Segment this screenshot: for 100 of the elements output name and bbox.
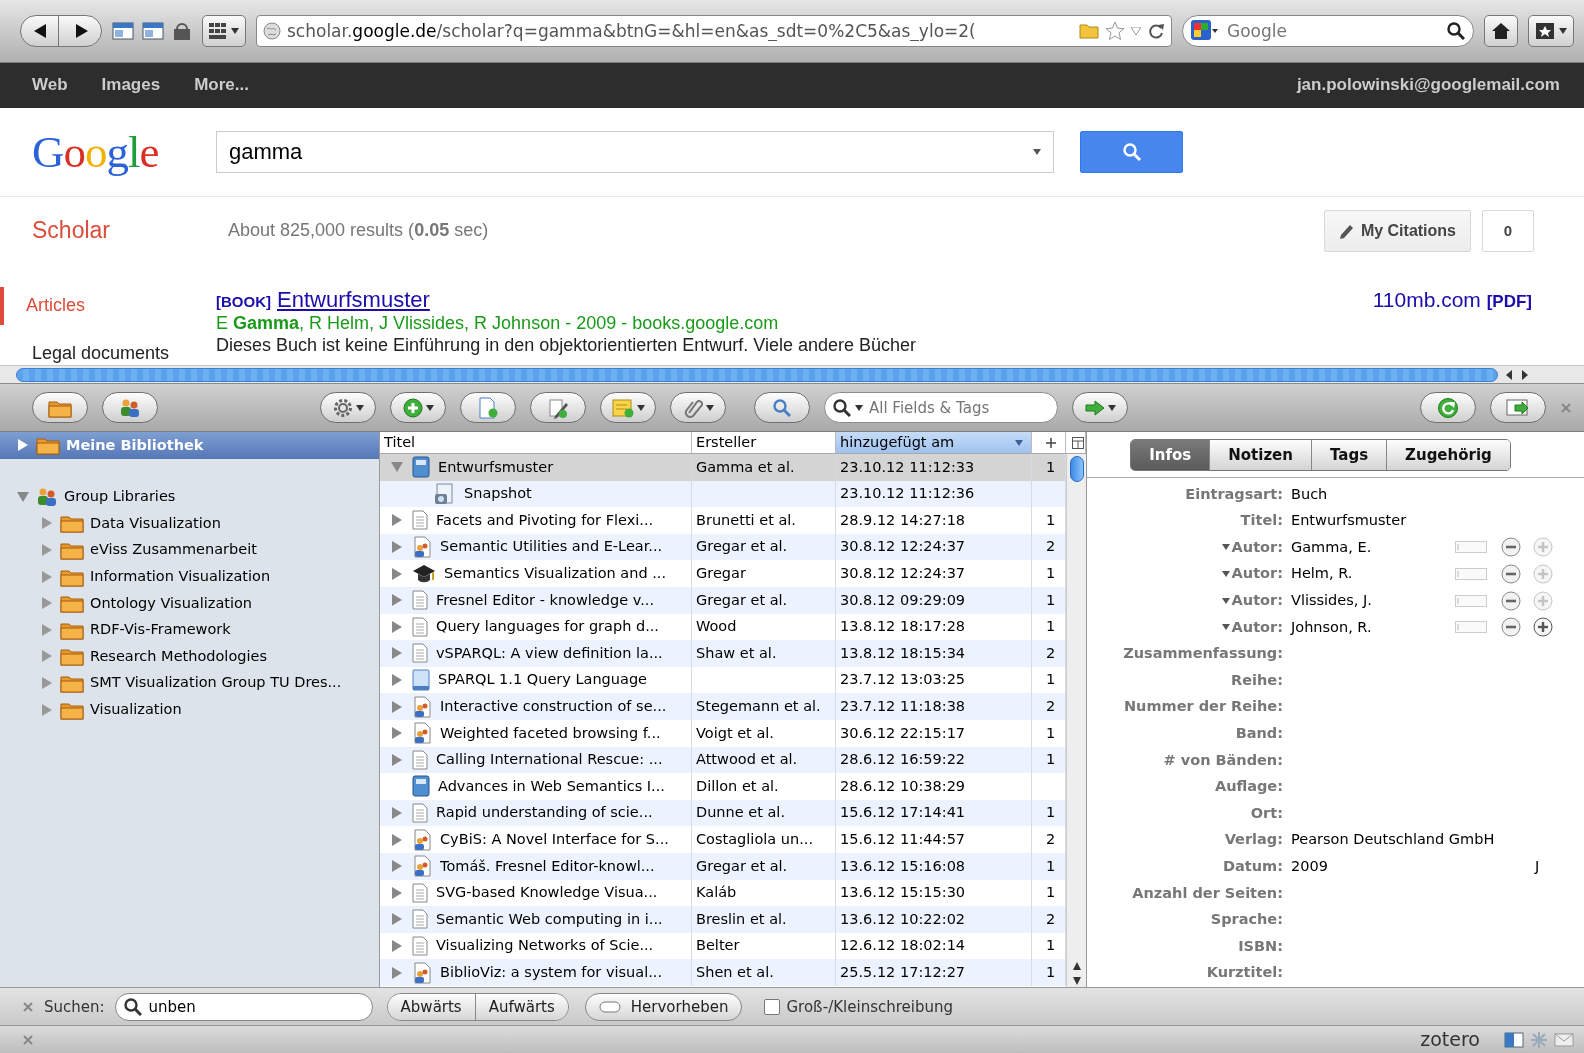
disclosure-triangle-icon[interactable] — [392, 620, 402, 633]
disclosure-triangle-icon[interactable] — [392, 514, 402, 527]
account-link[interactable]: jan.polowinski@googlemail.com — [1296, 75, 1560, 96]
toggle-icon[interactable] — [1455, 594, 1487, 607]
sidebar-link[interactable]: Articles — [0, 287, 216, 326]
find-button[interactable]: Aufwärts — [474, 993, 568, 1020]
folder-icon[interactable] — [1079, 23, 1099, 39]
advanced-search-button[interactable] — [754, 392, 810, 423]
address-field[interactable]: scholar.google.de/scholar?q=gamma&btnG=&hl=en&as_sdt=0%2C5&as_ylo=2( — [256, 15, 1172, 47]
toggle-icon[interactable] — [1455, 568, 1487, 581]
window-icon[interactable] — [1504, 1031, 1524, 1048]
my-citations-button[interactable]: My Citations — [1323, 210, 1471, 252]
search-button[interactable] — [1080, 131, 1183, 173]
highlight-button[interactable]: Hervorheben — [584, 992, 743, 1021]
field-value[interactable]: 2009 — [1291, 857, 1328, 874]
toggle-icon[interactable] — [1455, 541, 1487, 554]
scrollbar-thumb[interactable] — [16, 367, 1498, 382]
tab[interactable]: Notizen — [1210, 439, 1312, 470]
disclosure-triangle-icon[interactable] — [392, 886, 402, 899]
collection-item[interactable]: Group Libraries — [0, 483, 379, 511]
tab[interactable]: Tags — [1312, 439, 1388, 470]
field-value[interactable]: Johnson, R. — [1291, 618, 1372, 635]
item-row[interactable]: CyBiS: A Novel Interface for S... Costagliola un... 15.6.12 11:44:57 2 — [380, 826, 1066, 853]
new-file-button[interactable] — [460, 392, 516, 423]
star-icon[interactable] — [1105, 21, 1125, 41]
minus-icon[interactable] — [1501, 617, 1521, 638]
disclosure-triangle-icon[interactable] — [392, 700, 402, 713]
collection-item[interactable]: eViss Zusammenarbeit — [0, 536, 379, 564]
search-icon[interactable] — [833, 398, 851, 417]
item-row[interactable]: Rapid understanding of scie... Dunne et al. 15.6.12 17:14:41 1 — [380, 799, 1066, 827]
disclosure-triangle-icon[interactable] — [391, 462, 403, 473]
disclosure-triangle-icon[interactable] — [392, 966, 402, 979]
actions-button[interactable] — [320, 392, 376, 423]
new-collection-button[interactable] — [32, 392, 88, 423]
disclosure-triangle-icon[interactable] — [392, 913, 402, 926]
result-title-link[interactable]: Entwurfsmuster — [277, 287, 430, 314]
disclosure-triangle-icon[interactable] — [392, 567, 402, 580]
disclosure-triangle-icon[interactable] — [42, 517, 52, 530]
search-field[interactable]: Google — [1182, 15, 1474, 47]
minus-icon[interactable] — [1501, 537, 1521, 558]
tab[interactable]: Infos — [1131, 439, 1211, 470]
search-field[interactable]: All Fields & Tags — [867, 397, 1049, 418]
checkbox[interactable] — [764, 998, 781, 1015]
find-button[interactable]: Abwärts — [387, 993, 475, 1020]
disclosure-triangle-icon[interactable] — [392, 940, 402, 952]
new-note-button[interactable] — [530, 392, 586, 423]
nav-link[interactable]: Images — [101, 75, 161, 96]
scroll-arrows-icon[interactable] — [1071, 961, 1082, 987]
field-value[interactable]: Buch — [1291, 485, 1328, 502]
collection-item[interactable]: Ontology Visualization — [0, 589, 379, 617]
plus-icon[interactable] — [1045, 437, 1056, 448]
reload-icon[interactable] — [1147, 22, 1165, 40]
field-value[interactable]: Helm, R. — [1291, 565, 1353, 582]
item-row[interactable]: Weighted faceted browsing f... Voigt et al. 30.6.12 22:15:17 1 — [380, 719, 1066, 747]
item-row[interactable]: Interactive construction of se... Stegemann et al. 23.7.12 11:18:38 2 — [380, 693, 1066, 720]
mail-icon[interactable] — [1554, 1032, 1574, 1047]
search-icon[interactable] — [123, 997, 142, 1016]
locate-button[interactable] — [1072, 392, 1128, 423]
collection-item[interactable]: Data Visualization — [0, 510, 379, 537]
collection-item[interactable]: Research Methodologies — [0, 643, 379, 670]
bag-icon[interactable] — [172, 21, 192, 41]
close-icon[interactable] — [1560, 401, 1572, 414]
disclosure-triangle-icon[interactable] — [392, 594, 402, 607]
google-colors-icon[interactable] — [1191, 20, 1219, 42]
column-header[interactable]: Titel — [380, 432, 692, 453]
tiles-button[interactable] — [202, 15, 246, 47]
item-row[interactable]: Entwurfsmuster Gamma et al. 23.10.12 11:12:33 1 — [380, 454, 1066, 481]
nav-link[interactable]: Web — [32, 75, 68, 96]
disclosure-triangle-icon[interactable] — [392, 807, 402, 819]
disclosure-triangle-icon[interactable] — [42, 544, 52, 557]
search-field[interactable]: gamma — [216, 131, 1054, 173]
disclosure-triangle-icon[interactable] — [392, 860, 402, 873]
collection-item[interactable]: SMT Visualization Group TU Dres... — [0, 669, 379, 697]
new-group-button[interactable] — [102, 392, 158, 423]
window-icon[interactable] — [142, 21, 164, 41]
item-row[interactable]: Calling International Rescue: ... Attwood et al. 28.6.12 16:59:22 1 — [380, 746, 1066, 774]
disclosure-triangle-icon[interactable] — [42, 677, 52, 690]
disclosure-triangle-icon[interactable] — [392, 727, 402, 740]
toggle-icon[interactable] — [1455, 621, 1487, 634]
item-row[interactable]: Advances in Web Semantics I... Dillon et al. 28.6.12 10:38:29 — [380, 773, 1066, 800]
disclosure-triangle-icon[interactable] — [392, 541, 402, 554]
pdf-link[interactable]: 110mb.com [PDF] — [1372, 287, 1532, 313]
fullscreen-button[interactable] — [1490, 392, 1546, 423]
disclosure-triangle-icon[interactable] — [42, 570, 52, 583]
plus-icon[interactable] — [1533, 617, 1553, 638]
item-row[interactable]: Fresnel Editor - knowledge v... Gregar et al. 30.8.12 09:29:09 1 — [380, 586, 1066, 614]
item-row[interactable]: Semantics Visualization and ... Gregar 30.8.12 12:24:37 1 — [380, 560, 1066, 587]
field-value[interactable]: Pearson Deutschland GmbH — [1291, 831, 1495, 848]
star-icon[interactable] — [1530, 1030, 1548, 1049]
field-value[interactable]: Vlissides, J. — [1291, 591, 1372, 608]
disclosure-triangle-icon[interactable] — [18, 439, 28, 452]
bookmark-button[interactable] — [1528, 15, 1574, 47]
citation-count[interactable]: 0 — [1482, 210, 1534, 252]
disclosure-triangle-icon[interactable] — [42, 703, 52, 716]
find-field[interactable]: unben — [114, 992, 373, 1021]
disclosure-triangle-icon[interactable] — [392, 674, 402, 687]
search-field[interactable]: All Fields & Tags — [824, 392, 1058, 423]
disclosure-triangle-icon[interactable] — [42, 623, 52, 636]
window-icon[interactable] — [112, 21, 134, 41]
close-icon[interactable] — [22, 1033, 34, 1046]
